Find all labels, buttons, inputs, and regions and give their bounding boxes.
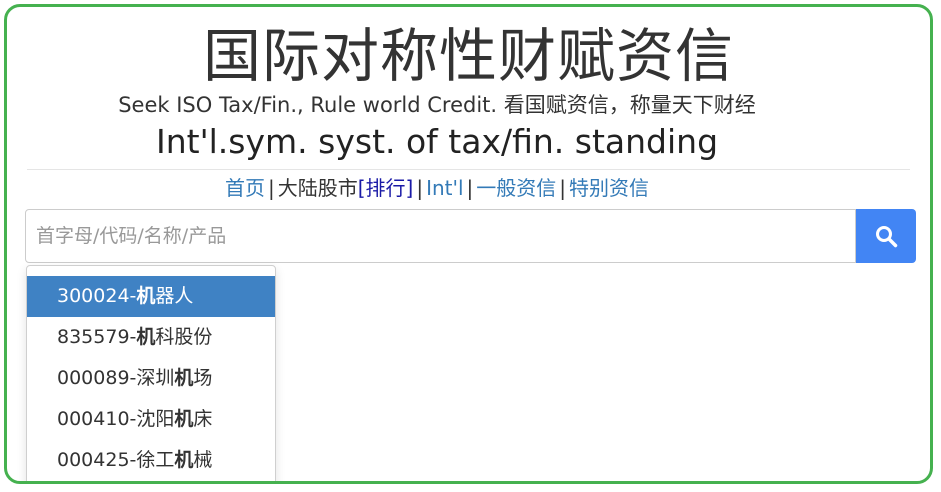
nav-separator: |: [559, 176, 567, 200]
nav-ranking-link[interactable]: [排行]: [358, 176, 414, 200]
suggestion-item-835579[interactable]: 835579-机科股份: [27, 317, 275, 358]
nav-separator: |: [466, 176, 474, 200]
suggestion-item-000089[interactable]: 000089-深圳机场: [27, 358, 275, 399]
nav-intl-link[interactable]: Int'l: [426, 176, 463, 200]
suggestion-dropdown: 300024-机器人 835579-机科股份 000089-深圳机场 00041…: [26, 265, 276, 481]
suggestion-item-000425[interactable]: 000425-徐工机械: [27, 440, 275, 481]
search-group: [25, 209, 916, 263]
search-input[interactable]: [25, 209, 856, 263]
nav-special-credit-link[interactable]: 特别资信: [569, 176, 649, 200]
suggestion-item-000410[interactable]: 000410-沈阳机床: [27, 399, 275, 440]
page-frame: 国际对称性财赋资信 Seek ISO Tax/Fin., Rule world …: [4, 4, 933, 484]
page-tagline: Int'l.sym. syst. of tax/fin. standing: [155, 122, 719, 161]
nav-bar: 首页 | 大陆股市[排行] | Int'l | 一般资信 | 特别资信: [7, 173, 867, 203]
search-button[interactable]: [856, 209, 916, 263]
page-subtitle: Seek ISO Tax/Fin., Rule world Credit. 看国…: [118, 93, 756, 117]
header-divider: [27, 169, 910, 170]
nav-home-link[interactable]: 首页: [225, 176, 265, 200]
nav-separator: |: [416, 176, 424, 200]
suggestion-item-300024[interactable]: 300024-机器人: [27, 276, 275, 317]
nav-mainland-label: 大陆股市: [277, 176, 358, 200]
page-title: 国际对称性财赋资信: [202, 22, 734, 90]
search-icon: [876, 226, 898, 248]
nav-separator: |: [267, 176, 275, 200]
nav-general-credit-link[interactable]: 一般资信: [476, 176, 556, 200]
